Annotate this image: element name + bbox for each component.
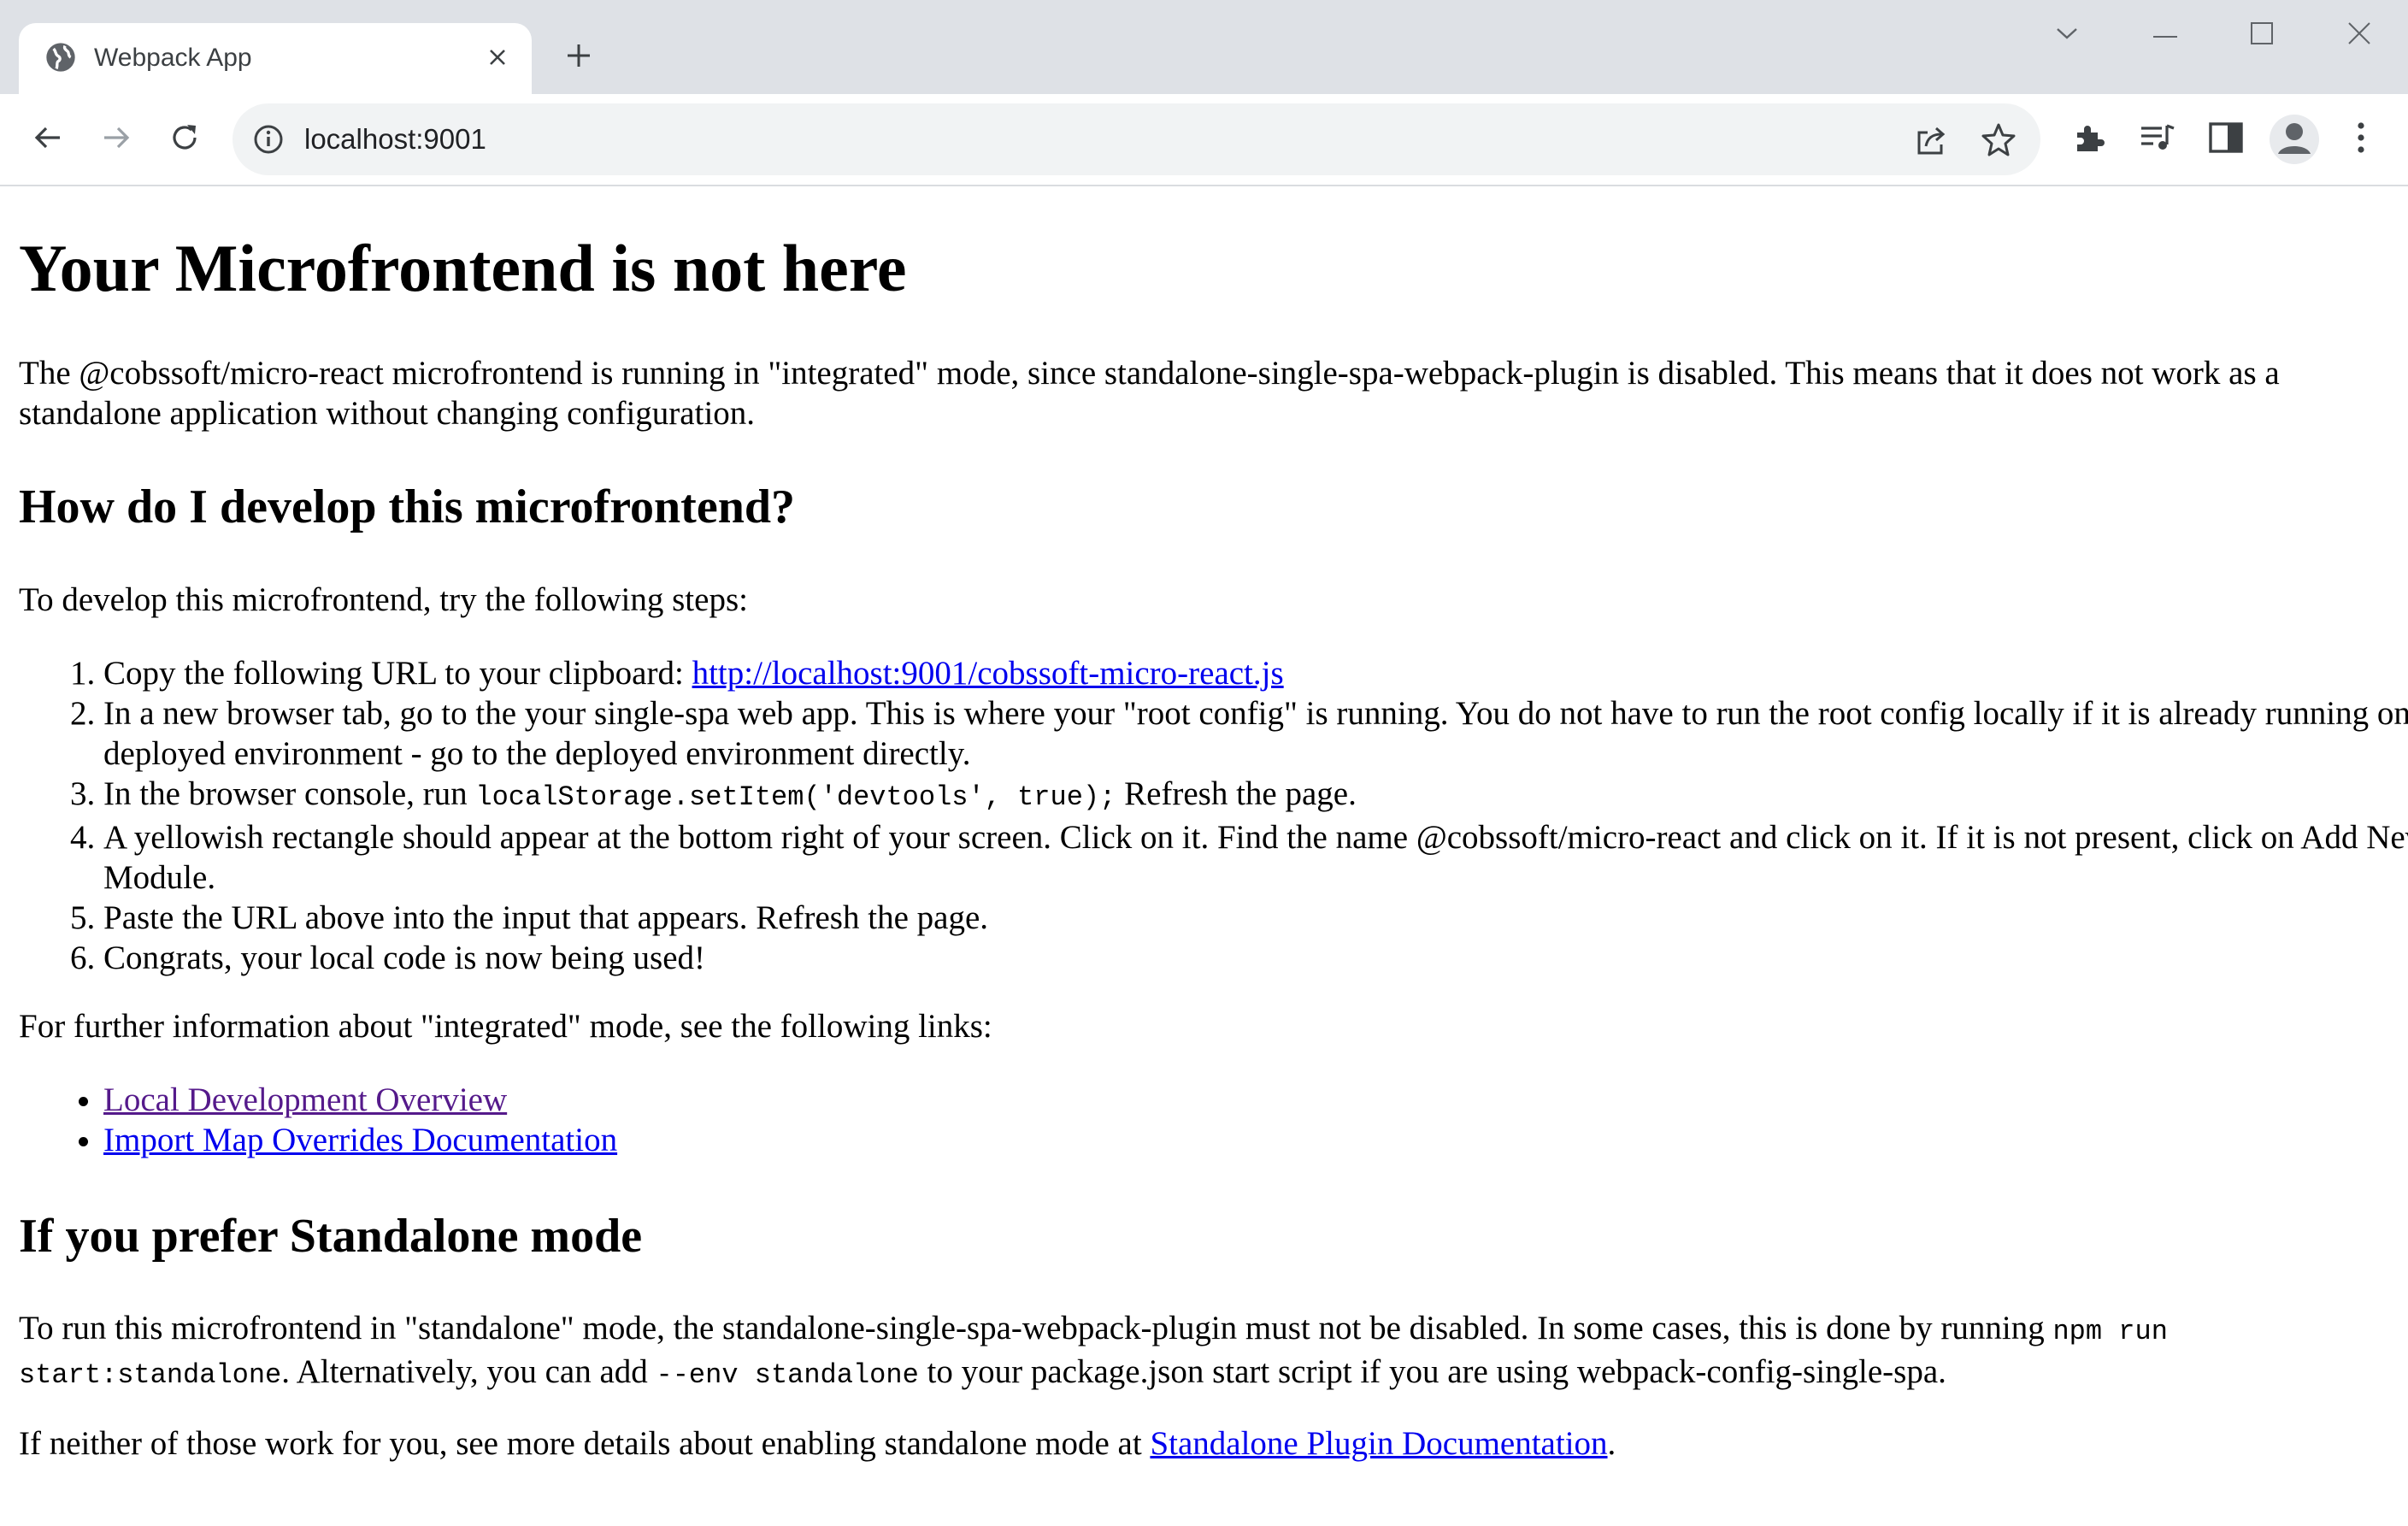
side-panel-button[interactable]	[2204, 117, 2248, 162]
browser-toolbar: localhost:9001	[0, 94, 2408, 186]
star-icon[interactable]	[1980, 121, 2017, 158]
close-icon	[2347, 21, 2371, 50]
develop-heading: How do I develop this microfrontend?	[19, 480, 795, 533]
address-bar[interactable]: localhost:9001	[233, 103, 2040, 175]
paragraph-text: To run this microfrontend in "standalone…	[19, 1310, 2053, 1346]
page-title: Your Microfrontend is not here	[19, 231, 907, 305]
side-panel-icon	[2209, 121, 2243, 157]
bundle-url-link[interactable]: http://localhost:9001/cobssoft-micro-rea…	[692, 655, 1284, 692]
env-flag-code: --env standalone	[656, 1359, 919, 1391]
minimize-button[interactable]	[2140, 14, 2191, 56]
standalone-heading: If you prefer Standalone mode	[19, 1210, 643, 1263]
list-item: In a new browser tab, go to the your sin…	[103, 693, 2408, 774]
step-text: Copy the following URL to your clipboard…	[103, 655, 692, 692]
tab-strip: Webpack App	[0, 0, 2408, 94]
develop-intro: To develop this microfrontend, try the f…	[19, 581, 748, 618]
address-url: localhost:9001	[304, 123, 486, 155]
arrow-left-icon	[32, 122, 63, 157]
tab-title: Webpack App	[94, 44, 252, 72]
further-info-paragraph: For further information about "integrate…	[19, 1008, 992, 1045]
paragraph-text: . Alternatively, you can add	[281, 1353, 656, 1390]
back-button[interactable]	[26, 117, 70, 162]
intro-paragraph: The @cobssoft/micro-react microfrontend …	[19, 355, 2280, 432]
arrow-right-icon	[101, 122, 132, 157]
develop-steps-list: Copy the following URL to your clipboard…	[19, 653, 2408, 978]
list-item: Congrats, your local code is now being u…	[103, 938, 2408, 978]
maximize-button[interactable]	[2236, 14, 2287, 56]
info-links-list: Local Development Overview Import Map Ov…	[19, 1080, 2408, 1160]
neither-paragraph: If neither of those work for you, see mo…	[19, 1423, 2361, 1464]
profile-button[interactable]	[2270, 115, 2319, 164]
step-text: In the browser console, run	[103, 775, 476, 812]
import-map-overrides-link[interactable]: Import Map Overrides Documentation	[103, 1122, 617, 1158]
paragraph-text: to your package.json start script if you…	[918, 1353, 1946, 1390]
media-queue-icon	[2140, 121, 2175, 159]
step-text: Refresh the page.	[1116, 775, 1357, 812]
list-item: Import Map Overrides Documentation	[103, 1120, 2408, 1160]
globe-icon	[44, 40, 78, 74]
plus-icon	[565, 42, 592, 74]
paragraph-text: If neither of those work for you, see mo…	[19, 1425, 1151, 1462]
close-window-button[interactable]	[2334, 14, 2385, 56]
list-item: In the browser console, run localStorage…	[103, 774, 2408, 817]
tab-search-button[interactable]	[2041, 14, 2093, 56]
extensions-button[interactable]	[2067, 117, 2111, 162]
kebab-menu-icon	[2356, 121, 2366, 159]
reload-button[interactable]	[162, 117, 207, 162]
avatar-icon	[2270, 115, 2319, 164]
tab-webpack-app[interactable]: Webpack App	[19, 23, 532, 94]
minimize-icon	[2153, 27, 2177, 43]
list-item: Local Development Overview	[103, 1080, 2408, 1120]
puzzle-icon	[2072, 121, 2106, 159]
maximize-icon	[2251, 21, 2273, 49]
devtools-code: localStorage.setItem('devtools', true);	[475, 781, 1116, 813]
local-development-link[interactable]: Local Development Overview	[103, 1081, 507, 1118]
list-item: A yellowish rectangle should appear at t…	[103, 817, 2408, 898]
browser-window: Webpack App localhost:9001 Your Microfro…	[0, 0, 2408, 1526]
paragraph-text: .	[1607, 1425, 1616, 1462]
forward-button[interactable]	[94, 117, 138, 162]
browser-menu-button[interactable]	[2339, 117, 2383, 162]
standalone-paragraph: To run this microfrontend in "standalone…	[19, 1308, 2361, 1395]
media-button[interactable]	[2135, 117, 2180, 162]
info-icon[interactable]	[251, 122, 286, 156]
close-icon[interactable]	[480, 40, 515, 74]
list-item: Copy the following URL to your clipboard…	[103, 653, 2408, 693]
new-tab-button[interactable]	[560, 38, 598, 76]
list-item: Paste the URL above into the input that …	[103, 898, 2408, 938]
share-icon[interactable]	[1912, 121, 1950, 158]
page-content: Your Microfrontend is not here The @cobs…	[0, 186, 2408, 1526]
chevron-down-icon	[2055, 26, 2079, 45]
reload-icon	[168, 121, 201, 158]
standalone-plugin-docs-link[interactable]: Standalone Plugin Documentation	[1150, 1425, 1607, 1462]
